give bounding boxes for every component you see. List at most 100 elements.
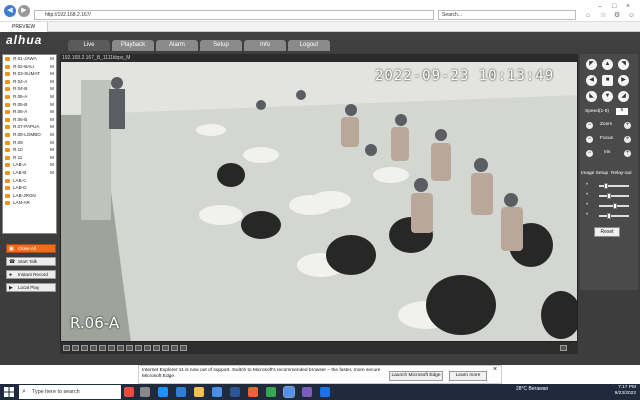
brightness-slider[interactable] [599,183,629,189]
camera-stream-flag[interactable]: M [50,123,54,131]
camera-item[interactable]: R.06-A M [3,108,56,116]
camera-item[interactable]: LAN-AR [3,199,56,207]
focus-out-icon[interactable]: − [586,136,593,143]
iris-close-icon[interactable]: − [586,150,593,157]
zoom-in-icon[interactable]: + [624,122,631,129]
windows-start-icon[interactable] [4,387,14,397]
settings-icon[interactable]: ⚙ [614,12,622,20]
ptz-right-icon[interactable]: ▶ [618,75,629,86]
close-icon[interactable]: × [626,3,634,11]
camera-item[interactable]: R.02-BALI M [3,63,56,71]
layout-button[interactable] [81,345,88,351]
mail-icon[interactable] [230,387,240,397]
camera-item[interactable]: LAB-A M [3,161,56,169]
camera-stream-flag[interactable]: M [50,139,54,147]
home-icon[interactable]: ⌂ [586,12,594,20]
camera-item[interactable]: R.07-PAPUA M [3,123,56,131]
search-input[interactable]: Search... [438,10,576,20]
layout-button[interactable] [72,345,79,351]
task-view-icon[interactable] [140,387,150,397]
maximize-icon[interactable]: □ [612,3,620,11]
camera-item[interactable]: R.04-A M [3,78,56,86]
layout-button[interactable] [180,345,187,351]
focus-in-icon[interactable]: + [624,136,631,143]
close-notification-icon[interactable]: × [493,366,497,373]
camera-item[interactable]: R.03-SUMAT M [3,70,56,78]
back-button[interactable]: ◀ [4,5,16,17]
camera-stream-flag[interactable]: M [50,146,54,154]
camera-item[interactable]: LAB-JRGN [3,192,56,200]
nav-tab-logout[interactable]: Logout [288,40,330,51]
image-setup-tab[interactable]: Image Setup [581,171,608,176]
camera-item[interactable]: R.05-B M [3,101,56,109]
ptz-up-right-icon[interactable]: ◥ [618,59,629,70]
launch-edge-button[interactable]: Launch Microsoft Edge [389,371,443,381]
instant-record-button[interactable]: ● Instant Record [6,270,56,279]
forward-button[interactable]: ▶ [18,5,30,17]
local-play-button[interactable]: ▶ Local Play [6,283,56,292]
camera-item[interactable]: R.06-B M [3,116,56,124]
camera-stream-flag[interactable]: M [50,55,54,63]
layout-button[interactable] [90,345,97,351]
layout-button[interactable] [135,345,142,351]
weather-widget[interactable]: 28°C Berawan [516,386,548,392]
speed-select[interactable]: 5 [616,108,628,115]
ptz-down-left-icon[interactable]: ◣ [586,91,597,102]
camera-stream-flag[interactable]: M [50,116,54,124]
reset-button[interactable]: Reset [594,227,620,237]
camera-stream-flag[interactable]: M [50,131,54,139]
camera-item[interactable]: R.08-LOMBO M [3,131,56,139]
file-explorer-icon[interactable] [194,387,204,397]
camera-item[interactable]: LAB-D [3,184,56,192]
firefox-icon[interactable] [248,387,258,397]
edge-icon[interactable] [158,387,168,397]
camera-item[interactable]: R.09 M [3,139,56,147]
slider-knob[interactable] [613,203,618,209]
browser-tab[interactable]: PREVIEW [0,22,48,32]
live-video[interactable] [60,54,578,342]
zoom-out-icon[interactable]: − [586,122,593,129]
nav-tab-playback[interactable]: Playback [112,40,154,51]
slider-knob[interactable] [604,183,609,189]
camera-item[interactable]: LAB-B M [3,169,56,177]
camera-item[interactable]: R.04-B M [3,85,56,93]
meet-icon[interactable] [320,387,330,397]
internet-explorer-icon[interactable] [283,386,295,398]
camera-item[interactable]: R.05-A M [3,93,56,101]
app-icon[interactable] [302,387,312,397]
camera-item[interactable]: R.11 M [3,154,56,162]
contrast-slider[interactable] [599,193,629,199]
camera-item[interactable]: LAB-C [3,177,56,185]
camera-stream-flag[interactable]: M [50,78,54,86]
layout-button[interactable] [63,345,70,351]
minimize-icon[interactable]: – [598,3,606,11]
app-pinned-icon[interactable] [124,387,134,397]
nav-tab-info[interactable]: Info [244,40,286,51]
browser-icon[interactable] [176,387,186,397]
fullscreen-button[interactable] [560,345,567,351]
camera-item[interactable]: R.10 M [3,146,56,154]
taskbar-search[interactable]: ⌕ Type here to search [19,385,121,399]
camera-stream-flag[interactable]: M [50,154,54,162]
camera-stream-flag[interactable]: M [50,70,54,78]
iris-open-icon[interactable]: + [624,150,631,157]
camera-stream-flag[interactable]: M [50,108,54,116]
close-all-button[interactable]: ▣ Close All [6,244,56,253]
camera-stream-flag[interactable]: M [50,85,54,93]
url-input[interactable]: http://192.168.2.167/ [34,10,434,20]
layout-button[interactable] [144,345,151,351]
chrome-icon[interactable] [266,387,276,397]
nav-tab-setup[interactable]: Setup [200,40,242,51]
feedback-icon[interactable]: ☺ [628,12,636,20]
relay-out-tab[interactable]: Relay-out [611,171,632,176]
layout-button[interactable] [153,345,160,351]
camera-stream-flag[interactable]: M [50,63,54,71]
favorites-icon[interactable]: ☆ [600,12,608,20]
learn-more-button[interactable]: Learn more [449,371,487,381]
ptz-up-left-icon[interactable]: ◤ [586,59,597,70]
start-talk-button[interactable]: ☎ Start Talk [6,257,56,266]
layout-button[interactable] [99,345,106,351]
camera-item[interactable]: R.01-JAWA M [3,55,56,63]
camera-stream-flag[interactable]: M [50,101,54,109]
saturation-slider[interactable] [599,203,629,209]
